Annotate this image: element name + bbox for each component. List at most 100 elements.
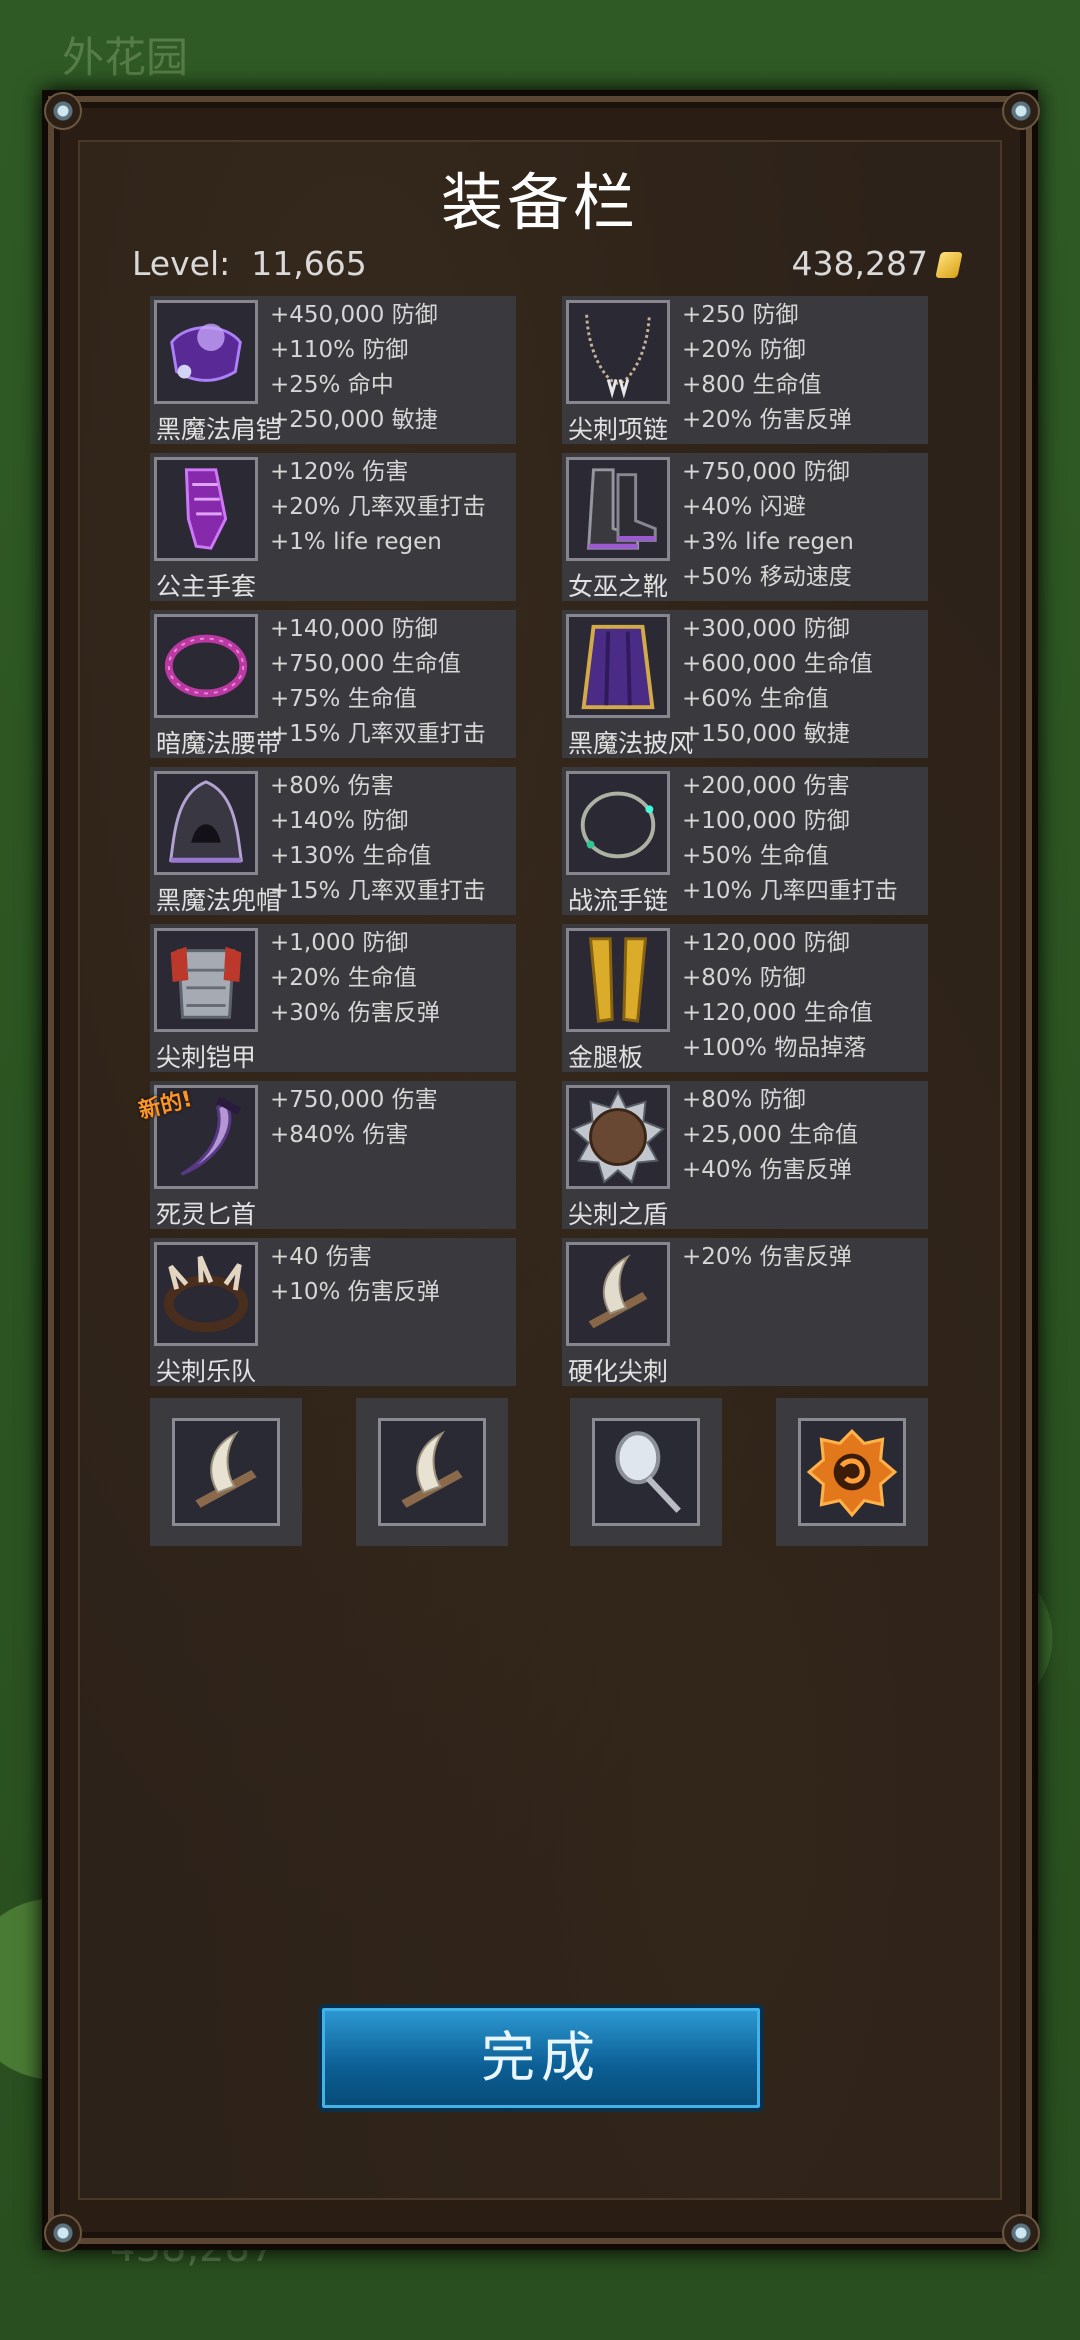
equipment-slot[interactable]: +40 伤害 +10% 伤害反弹尖刺乐队 [150,1238,516,1386]
done-button[interactable]: 完成 [318,2004,764,2112]
item-stats: +750,000 防御 +40% 闪避 +3% life regen +50% 移动速… [682,455,854,595]
horn-spike-icon [378,1418,486,1526]
stat-line: +20% 防御 [682,337,806,363]
item-stats: +40 伤害 +10% 伤害反弹 [270,1240,440,1310]
stat-line: +750,000 生命值 [270,651,461,677]
accessory-slot-2[interactable] [356,1398,508,1546]
stat-line: +1% life regen [270,529,442,555]
frame-corner-gem-icon [44,92,82,130]
stat-line: +40% 伤害反弹 [682,1157,852,1183]
level-label: Level: [132,244,231,283]
item-stats: +80% 伤害 +140% 防御 +130% 生命值 +15% 几率双重打击 [270,769,486,909]
equipment-slot[interactable]: +120,000 防御 +80% 防御 +120,000 生命值 +100% 物品掉落… [562,924,928,1072]
cape-icon [566,614,670,718]
leg-armor-icon [566,928,670,1032]
stat-line: +100% 物品掉落 [682,1035,867,1061]
spiked-shield-icon [566,1085,670,1189]
equipment-slot[interactable]: +140,000 防御 +750,000 生命值 +75% 生命值 +15% 几率双重… [150,610,516,758]
item-stats: +200,000 伤害 +100,000 防御 +50% 生命值 +10% 几率四重打… [682,769,898,909]
chest-armor-icon [154,928,258,1032]
coin-display: 438,287 [791,244,963,283]
item-name: 尖刺铠甲 [156,1043,257,1072]
stat-line: +120,000 生命值 [682,1000,873,1026]
accessory-slot-4[interactable] [776,1398,928,1546]
coin-amount: 438,287 [791,244,928,283]
equipment-slot[interactable]: +120% 伤害 +20% 几率双重打击 +1% life regen 公主手套 [150,453,516,601]
stat-line: +840% 伤害 [270,1122,409,1148]
item-stats: +750,000 伤害 +840% 伤害 [270,1083,438,1153]
stat-line: +40% 闪避 [682,494,806,520]
equipment-slot[interactable]: +250 防御 +20% 防御 +800 生命值 +20% 伤害反弹 尖刺项链 [562,296,928,444]
item-stats: +20% 伤害反弹 [682,1240,852,1275]
equipment-slot[interactable]: +1,000 防御 +20% 生命值 +30% 伤害反弹 尖刺铠甲 [150,924,516,1072]
stat-line: +30% 伤害反弹 [270,1000,440,1026]
accessory-slot-3[interactable] [570,1398,722,1546]
fire-rune-icon [798,1418,906,1526]
item-name: 死灵匕首 [156,1200,257,1229]
level-value: 11,665 [251,244,367,283]
item-name: 公主手套 [156,572,257,601]
equipment-slot[interactable]: +450,000 防御 +110% 防御 +25% 命中 +250,000 敏捷 黑魔法… [150,296,516,444]
stat-line: +120,000 防御 [682,930,850,956]
boots-icon [566,457,670,561]
spiked-ring-icon [154,1242,258,1346]
stat-line: +80% 防御 [682,1087,806,1113]
hood-icon [154,771,258,875]
shoulder-armor-icon [154,300,258,404]
stat-line: +110% 防御 [270,337,409,363]
stat-line: +130% 生命值 [270,843,432,869]
item-stats: +250 防御 +20% 防御 +800 生命值 +20% 伤害反弹 [682,298,852,438]
spike-necklace-icon [566,300,670,404]
item-name: 女巫之靴 [568,572,669,601]
item-name: 黑魔法兜帽 [156,886,282,915]
belt-icon [154,614,258,718]
stat-line: +1,000 防御 [270,930,409,956]
glove-icon [154,457,258,561]
stat-line: +25% 命中 [270,372,394,398]
equipment-slot[interactable]: +80% 伤害 +140% 防御 +130% 生命值 +15% 几率双重打击 黑魔法兜帽 [150,767,516,915]
stat-line: +60% 生命值 [682,686,829,712]
item-name: 尖刺乐队 [156,1357,257,1386]
item-name: 硬化尖刺 [568,1357,669,1386]
stat-line: +750,000 防御 [682,459,850,485]
gold-coin-icon [935,252,963,278]
stat-line: +600,000 生命值 [682,651,873,677]
stat-line: +140,000 防御 [270,616,438,642]
item-stats: +120,000 防御 +80% 防御 +120,000 生命值 +100% 物品掉落 [682,926,873,1066]
stat-line: +40 伤害 [270,1244,372,1270]
equipment-slot[interactable]: +200,000 伤害 +100,000 防御 +50% 生命值 +10% 几率四重打… [562,767,928,915]
horn-spike-icon [172,1418,280,1526]
stat-line: +80% 伤害 [270,773,394,799]
background-area-name: 外花园 [62,33,189,82]
bracelet-icon [566,771,670,875]
stat-line: +50% 生命值 [682,843,829,869]
equipment-slot[interactable]: +20% 伤害反弹硬化尖刺 [562,1238,928,1386]
item-name: 金腿板 [568,1043,644,1072]
stat-line: +15% 几率双重打击 [270,721,486,747]
frame-corner-gem-icon [1002,92,1040,130]
equipment-slot[interactable]: +80% 防御 +25,000 生命值 +40% 伤害反弹 尖刺之盾 [562,1081,928,1229]
equipment-slot[interactable]: +750,000 伤害 +840% 伤害 死灵匕首 新的! [136,1081,516,1229]
item-stats: +80% 防御 +25,000 生命值 +40% 伤害反弹 [682,1083,858,1188]
stat-line: +250,000 敏捷 [270,407,438,433]
stat-line: +150,000 敏捷 [682,721,850,747]
stat-line: +15% 几率双重打击 [270,878,486,904]
equipment-slot[interactable]: +300,000 防御 +600,000 生命值 +60% 生命值 +150,000 … [562,610,928,758]
stat-line: +20% 伤害反弹 [682,407,852,433]
stat-line: +25,000 生命值 [682,1122,859,1148]
stat-line: +250 防御 [682,302,799,328]
item-name: 黑魔法肩铠 [156,415,282,444]
level-display: Level: 11,665 [132,244,367,283]
stat-line: +50% 移动速度 [682,564,852,590]
equipment-slot[interactable]: +750,000 防御 +40% 闪避 +3% life regen +50% 移动速… [562,453,928,601]
accessory-slot-1[interactable] [150,1398,302,1546]
stat-line: +140% 防御 [270,808,409,834]
stat-line: +10% 伤害反弹 [270,1279,440,1305]
frame-corner-gem-icon [1002,2214,1040,2252]
stat-line: +300,000 防御 [682,616,850,642]
stat-line: +80% 防御 [682,965,806,991]
stat-line: +20% 几率双重打击 [270,494,486,520]
stat-line: +800 生命值 [682,372,822,398]
item-stats: +140,000 防御 +750,000 生命值 +75% 生命值 +15% 几率双重… [270,612,486,752]
item-stats: +450,000 防御 +110% 防御 +25% 命中 +250,000 敏捷 [270,298,438,438]
